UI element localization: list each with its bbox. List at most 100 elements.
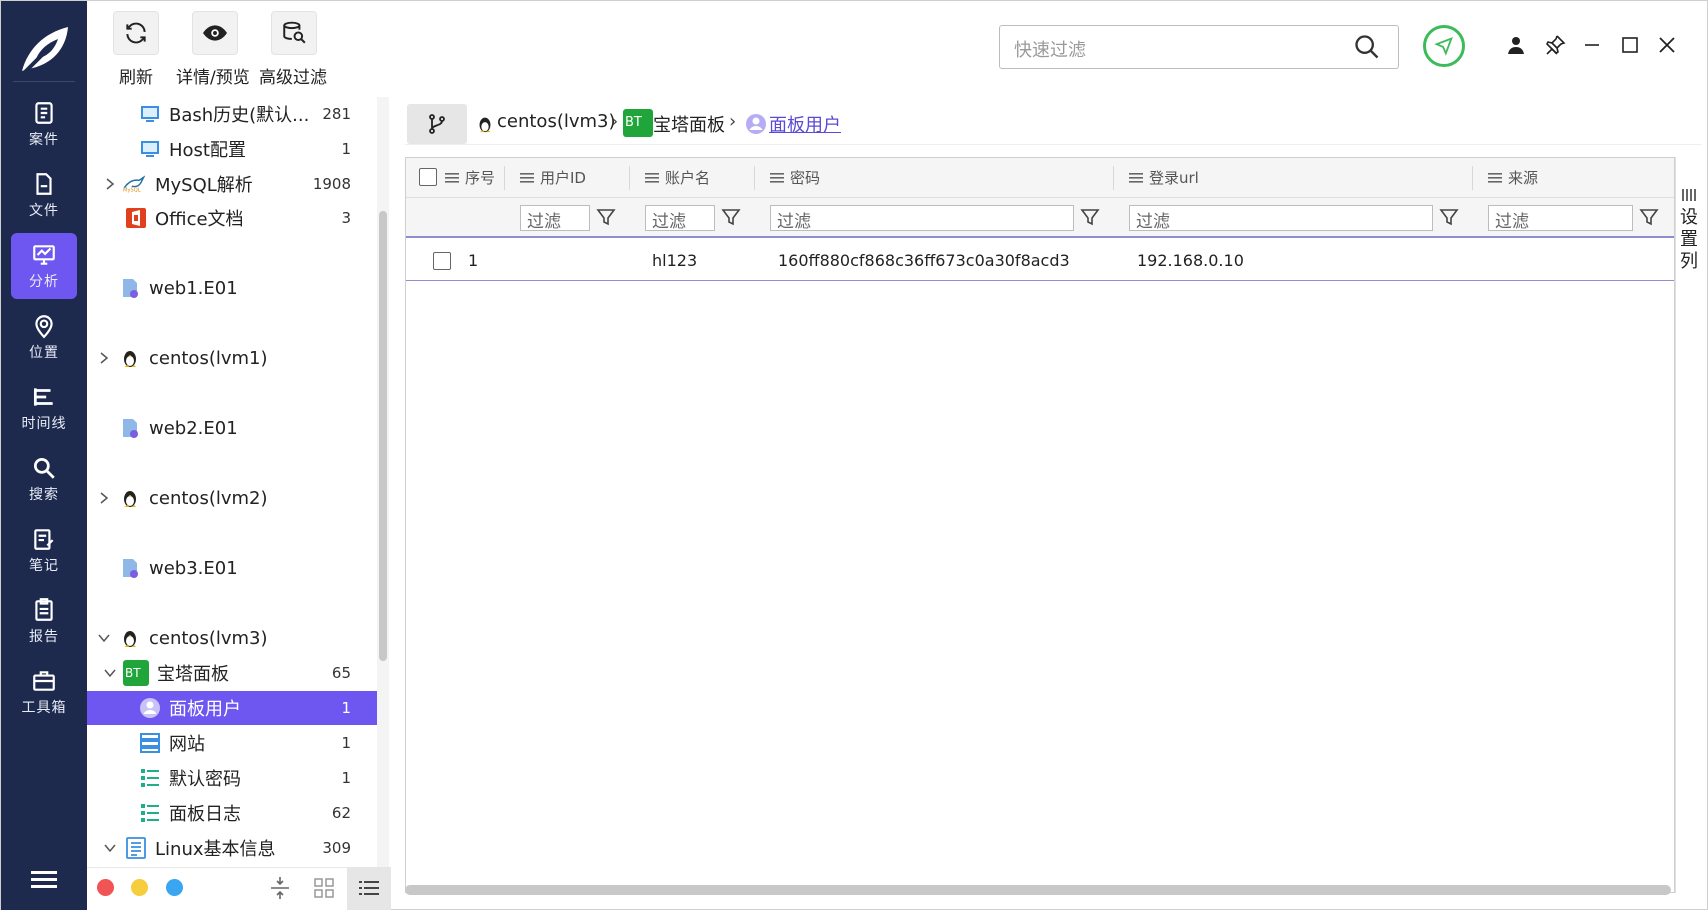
navigate-button[interactable] <box>1423 25 1465 67</box>
refresh-button[interactable] <box>113 11 159 55</box>
rail-item-file[interactable]: 文件 <box>11 162 77 228</box>
column-header-account[interactable]: 账户名 <box>645 167 710 188</box>
tree-item-label: centos(lvm3) <box>149 627 268 649</box>
rail-item-case[interactable]: 案件 <box>11 91 77 157</box>
red-tag-dot[interactable] <box>97 879 114 896</box>
column-menu-icon[interactable] <box>520 172 534 183</box>
rail-item-label: 分析 <box>29 273 59 290</box>
hamburger-menu-icon[interactable] <box>31 869 57 891</box>
column-divider[interactable] <box>754 166 755 190</box>
select-all-checkbox[interactable] <box>419 168 437 186</box>
tree-item[interactable]: Linux基本信息 309 <box>87 831 377 865</box>
filter-input-account[interactable]: 过滤 <box>645 205 715 232</box>
yellow-tag-dot[interactable] <box>131 879 148 896</box>
filter-input-login-url[interactable]: 过滤 <box>1129 205 1433 232</box>
minimize-icon[interactable] <box>1580 33 1604 57</box>
filter-icon[interactable] <box>1079 206 1101 228</box>
column-menu-icon[interactable] <box>1488 172 1502 183</box>
chevron-down-icon[interactable] <box>103 841 117 855</box>
rail-item-notes[interactable]: 笔记 <box>11 517 77 583</box>
filter-input-source[interactable]: 过滤 <box>1488 205 1633 232</box>
rail-item-toolbox[interactable]: 工具箱 <box>11 659 77 725</box>
tree-item-label: web3.E01 <box>149 557 238 579</box>
column-divider[interactable] <box>629 166 630 190</box>
filter-icon[interactable] <box>1638 206 1660 228</box>
filter-input-user-id[interactable]: 过滤 <box>520 205 590 232</box>
tree-item[interactable]: web1.E01 <box>87 271 377 305</box>
tree-scrollbar-thumb[interactable] <box>379 211 387 661</box>
tree-item-selected[interactable]: 面板用户 1 <box>87 691 377 725</box>
close-icon[interactable] <box>1655 33 1679 57</box>
column-header-user-id[interactable]: 用户ID <box>520 167 586 188</box>
user-icon[interactable] <box>1504 33 1528 57</box>
column-menu-icon[interactable] <box>770 172 784 183</box>
filter-icon[interactable] <box>1438 206 1460 228</box>
column-header-source[interactable]: 来源 <box>1488 167 1538 188</box>
column-header-login-url[interactable]: 登录url <box>1129 167 1199 188</box>
app-logo-icon <box>22 27 68 75</box>
breadcrumb-item[interactable]: 宝塔面板 <box>653 111 725 137</box>
filter-icon[interactable] <box>595 206 617 228</box>
rail-item-report[interactable]: 报告 <box>11 588 77 654</box>
filter-input-password[interactable]: 过滤 <box>770 205 1074 232</box>
rail-item-label: 笔记 <box>29 557 59 574</box>
chevron-right-icon[interactable] <box>97 351 111 365</box>
column-divider[interactable] <box>504 166 505 190</box>
chevron-right-icon[interactable] <box>103 177 117 191</box>
monitor-chart-icon <box>33 244 55 265</box>
tree-item[interactable]: Host配置 1 <box>87 132 377 166</box>
rail-item-location[interactable]: 位置 <box>11 304 77 370</box>
column-header-index[interactable]: 序号 <box>445 167 495 188</box>
pin-icon[interactable] <box>1543 33 1567 57</box>
search-icon[interactable] <box>1353 33 1381 61</box>
tree-item[interactable]: centos(lvm2) <box>87 481 377 515</box>
maximize-icon[interactable] <box>1618 33 1642 57</box>
quick-filter-input[interactable]: 快速过滤 <box>999 25 1399 69</box>
rail-item-timeline[interactable]: 时间线 <box>11 375 77 441</box>
document-list-icon <box>126 837 146 859</box>
chevron-down-icon[interactable] <box>103 666 117 680</box>
grid-view-icon[interactable] <box>311 875 337 901</box>
tree-item[interactable]: Office文档 3 <box>87 201 377 235</box>
tree-item-label: 默认密码 <box>169 769 241 790</box>
tree-item[interactable]: Bash历史(默认... 281 <box>87 97 377 131</box>
tree-item[interactable]: centos(lvm3) <box>87 621 377 655</box>
tree-item[interactable]: 网站 1 <box>87 726 377 760</box>
advanced-filter-button[interactable] <box>271 11 317 55</box>
breadcrumb-item[interactable]: centos(lvm3) <box>497 111 616 132</box>
rail-item-analysis[interactable]: 分析 <box>11 233 77 299</box>
list-view-icon[interactable] <box>356 875 382 901</box>
tree-item[interactable]: BT 宝塔面板 65 <box>87 656 377 690</box>
collapse-all-icon[interactable] <box>267 875 293 901</box>
chevron-right-icon[interactable] <box>97 491 111 505</box>
column-settings-tab[interactable]: 设置列 <box>1675 157 1701 893</box>
column-menu-icon[interactable] <box>1129 172 1143 183</box>
preview-button[interactable] <box>192 11 238 55</box>
breadcrumb-current[interactable]: 面板用户 <box>769 111 841 137</box>
chevron-down-icon[interactable] <box>97 631 111 645</box>
grid-horizontal-scrollbar[interactable] <box>405 885 1671 895</box>
timeline-icon <box>33 387 53 406</box>
column-header-password[interactable]: 密码 <box>770 167 820 188</box>
tree-item[interactable]: web3.E01 <box>87 551 377 585</box>
column-menu-icon[interactable] <box>445 172 459 183</box>
database-search-icon <box>283 21 306 44</box>
tree-item[interactable]: 面板日志 62 <box>87 796 377 830</box>
report-icon <box>35 597 53 621</box>
row-checkbox[interactable] <box>433 252 451 270</box>
tree-item[interactable]: 默认密码 1 <box>87 761 377 795</box>
tree-item[interactable]: centos(lvm1) <box>87 341 377 375</box>
tree-item-label: Bash历史(默认... <box>169 105 310 126</box>
tree-item-count: 1 <box>341 734 351 752</box>
column-divider[interactable] <box>1472 166 1473 190</box>
column-menu-icon[interactable] <box>645 172 659 183</box>
git-branch-icon <box>429 114 445 134</box>
rail-item-search[interactable]: 搜索 <box>11 446 77 512</box>
column-divider[interactable] <box>1113 166 1114 190</box>
tree-item[interactable]: MySQL MySQL解析 1908 <box>87 167 377 201</box>
disk-image-icon <box>123 419 138 438</box>
branch-button[interactable] <box>407 104 467 144</box>
blue-tag-dot[interactable] <box>166 879 183 896</box>
tree-item[interactable]: web2.E01 <box>87 411 377 445</box>
filter-icon[interactable] <box>720 206 742 228</box>
